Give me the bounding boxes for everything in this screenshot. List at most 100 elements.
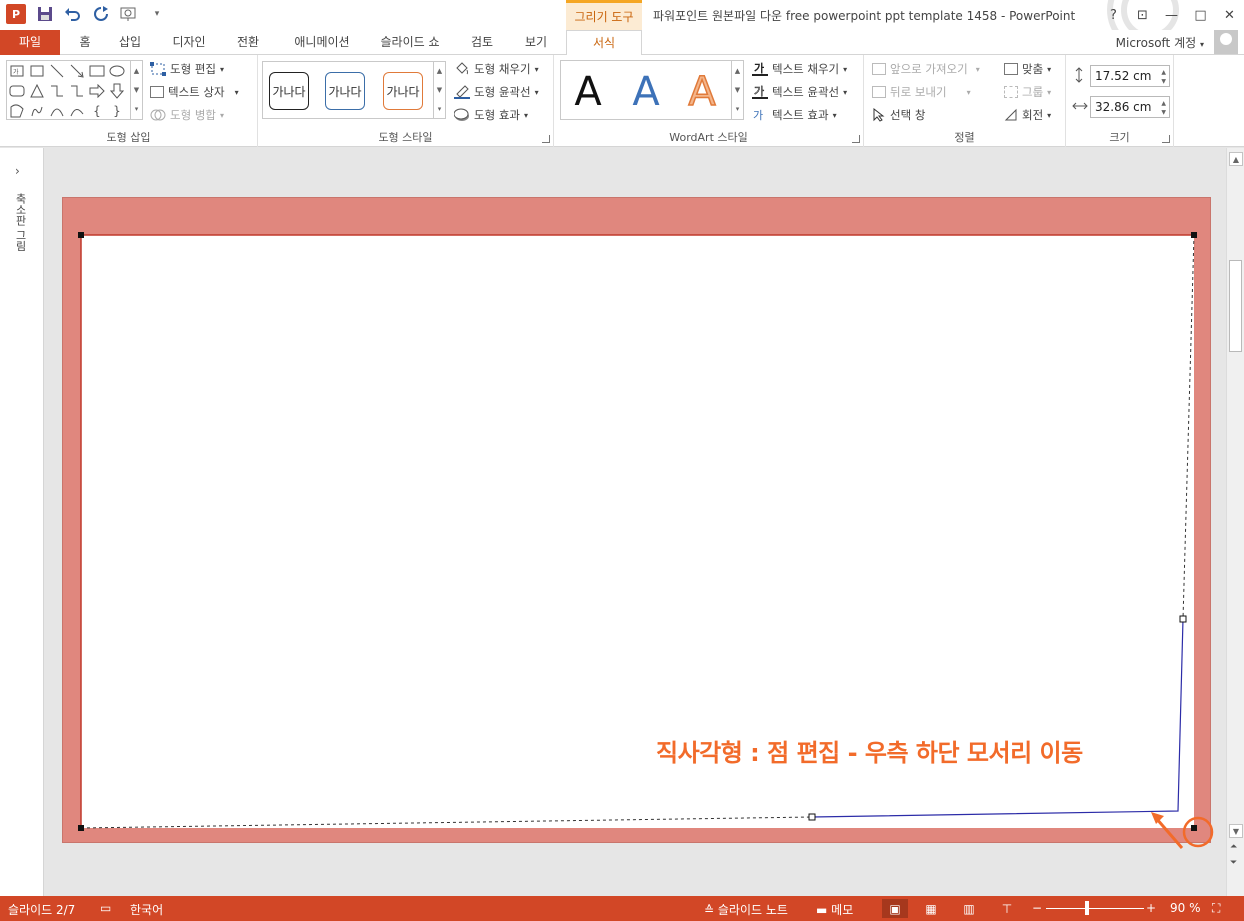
avatar[interactable] xyxy=(1214,30,1238,54)
language-indicator[interactable]: 한국어 xyxy=(130,901,163,918)
right-arrow-shape-icon[interactable] xyxy=(89,83,105,99)
tab-slideshow[interactable]: 슬라이드 쇼 xyxy=(372,30,448,55)
oval-shape-icon[interactable] xyxy=(109,63,125,79)
slide-sorter-view-icon[interactable]: ▦ xyxy=(918,899,944,918)
send-backward-button[interactable]: 뒤로 보내기 ▾ xyxy=(872,84,971,100)
wordart-sample-blue[interactable]: A xyxy=(623,67,669,117)
shape-effects-button[interactable]: 도형 효과 ▾ xyxy=(454,107,528,123)
tab-design[interactable]: 디자인 xyxy=(162,30,216,55)
shape-height-icon xyxy=(1075,67,1083,83)
text-box-shape-icon[interactable]: 가 xyxy=(9,63,25,79)
close-button[interactable]: ✕ xyxy=(1215,0,1244,30)
line-shape-icon[interactable] xyxy=(49,63,65,79)
arrow-line-shape-icon[interactable] xyxy=(69,63,85,79)
previous-slide-icon[interactable]: ⏶ xyxy=(1230,842,1237,852)
wordart-sample-black[interactable]: A xyxy=(565,67,611,117)
account-menu[interactable]: Microsoft 계정 ▾ xyxy=(1116,34,1204,51)
right-brace-shape-icon[interactable]: } xyxy=(109,103,125,119)
size-launcher-icon[interactable] xyxy=(1162,135,1170,143)
minimize-button[interactable]: — xyxy=(1157,0,1186,30)
redo-icon[interactable] xyxy=(92,5,110,23)
reading-view-icon[interactable]: ▥ xyxy=(956,899,982,918)
powerpoint-app-icon[interactable]: P xyxy=(6,4,26,24)
zoom-out-button[interactable]: − xyxy=(1032,901,1042,915)
shape-height-input[interactable]: 17.52 cm xyxy=(1090,65,1170,87)
save-icon[interactable] xyxy=(36,5,54,23)
triangle-shape-icon[interactable] xyxy=(29,83,45,99)
tab-insert[interactable]: 삽입 xyxy=(110,30,150,55)
elbow-arrow-shape-icon[interactable] xyxy=(69,83,85,99)
vertical-scrollbar[interactable]: ▲ ▼ ⏶ ⏷ xyxy=(1226,148,1244,896)
vertical-text-box-shape-icon[interactable] xyxy=(29,63,45,79)
bring-forward-label: 앞으로 가져오기 xyxy=(890,62,968,76)
tab-review[interactable]: 검토 xyxy=(462,30,502,55)
elbow-connector-shape-icon[interactable] xyxy=(49,83,65,99)
edit-shape-button[interactable]: 도형 편집 ▾ xyxy=(150,61,224,77)
bring-forward-button[interactable]: 앞으로 가져오기 ▾ xyxy=(872,61,980,77)
zoom-level[interactable]: 90 % xyxy=(1170,901,1201,915)
comments-button[interactable]: ▬ 메모 xyxy=(816,901,853,918)
shape-style-sample-blue[interactable]: 가나다 xyxy=(325,72,365,110)
help-button[interactable]: ? xyxy=(1099,0,1128,30)
shapes-gallery[interactable]: 가 { } ▲ ▼ ▾ xyxy=(6,60,143,120)
ribbon-display-options-icon[interactable]: ⊡ xyxy=(1128,0,1157,30)
scroll-down-icon[interactable]: ▼ xyxy=(1229,824,1243,838)
shape-style-sample-black[interactable]: 가나다 xyxy=(269,72,309,110)
shapes-gallery-scroll[interactable]: ▲ ▼ ▾ xyxy=(130,61,142,119)
merge-shapes-button[interactable]: 도형 병합 ▾ xyxy=(150,107,224,123)
rotate-button[interactable]: 회전 ▾ xyxy=(1004,107,1051,123)
customize-qat-icon[interactable]: ▾ xyxy=(148,5,166,23)
next-slide-icon[interactable]: ⏷ xyxy=(1230,858,1237,868)
fit-slide-icon[interactable]: ⛶ xyxy=(1212,901,1220,916)
shape-outline-button[interactable]: 도형 윤곽선 ▾ xyxy=(454,84,539,100)
wordart-gallery-scroll[interactable]: ▲ ▼ ▾ xyxy=(731,61,743,119)
zoom-in-button[interactable]: + xyxy=(1146,901,1156,915)
align-icon xyxy=(1004,63,1018,75)
shape-fill-button[interactable]: 도형 채우기 ▾ xyxy=(454,61,539,77)
wordart-sample-orange[interactable]: A xyxy=(679,67,725,117)
wordart-gallery[interactable]: A A A ▲ ▼ ▾ xyxy=(560,60,744,120)
chevron-down-icon: ▾ xyxy=(219,110,224,120)
spellcheck-icon[interactable]: ▭ xyxy=(100,901,111,915)
down-arrow-shape-icon[interactable] xyxy=(109,83,125,99)
tab-transitions[interactable]: 전환 xyxy=(228,30,268,55)
notes-button[interactable]: ≙ 슬라이드 노트 xyxy=(704,901,788,918)
rectangle-shape-icon[interactable] xyxy=(89,63,105,79)
align-button[interactable]: 맞춤 ▾ xyxy=(1004,61,1051,77)
text-outline-button[interactable]: 가 텍스트 윤곽선 ▾ xyxy=(752,84,847,100)
scribble-shape-icon[interactable] xyxy=(29,103,45,119)
shape-width-input[interactable]: 32.86 cm xyxy=(1090,96,1170,118)
shape-styles-launcher-icon[interactable] xyxy=(542,135,550,143)
arc-shape-icon[interactable] xyxy=(49,103,65,119)
tab-format[interactable]: 서식 xyxy=(566,30,642,56)
text-box-button[interactable]: 텍스트 상자 ▾ xyxy=(150,84,239,100)
selection-pane-button[interactable]: 선택 창 xyxy=(872,107,925,123)
shape-style-sample-orange[interactable]: 가나다 xyxy=(383,72,423,110)
curve-shape-icon[interactable] xyxy=(69,103,85,119)
shape-styles-gallery-scroll[interactable]: ▲ ▼ ▾ xyxy=(433,62,445,118)
wordart-styles-launcher-icon[interactable] xyxy=(852,135,860,143)
zoom-slider-track[interactable] xyxy=(1046,908,1144,909)
freeform-shape-icon[interactable] xyxy=(9,103,25,119)
zoom-slider-knob[interactable] xyxy=(1085,901,1089,915)
tab-view[interactable]: 보기 xyxy=(516,30,556,55)
undo-icon[interactable] xyxy=(64,5,82,23)
shape-styles-gallery[interactable]: 가나다 가나다 가나다 ▲ ▼ ▾ xyxy=(262,61,446,119)
left-brace-shape-icon[interactable]: { xyxy=(89,103,105,119)
tab-animations[interactable]: 애니메이션 xyxy=(280,30,364,55)
tab-home[interactable]: 홈 xyxy=(70,30,100,55)
scroll-up-icon[interactable]: ▲ xyxy=(1229,152,1243,166)
selection-pane-icon xyxy=(873,108,885,122)
text-fill-button[interactable]: 가 텍스트 채우기 ▾ xyxy=(752,61,847,77)
group-button[interactable]: 그룹 ▾ xyxy=(1004,84,1051,100)
chevron-right-icon[interactable]: › xyxy=(15,164,20,178)
tab-file[interactable]: 파일 xyxy=(0,30,60,55)
start-slideshow-icon[interactable] xyxy=(120,5,138,23)
rounded-rectangle-shape-icon[interactable] xyxy=(9,83,25,99)
scrollbar-thumb[interactable] xyxy=(1229,260,1242,352)
slideshow-view-icon[interactable]: ⊤ xyxy=(994,899,1020,918)
text-effects-button[interactable]: 가 텍스트 효과 ▾ xyxy=(752,107,837,123)
text-fill-label: 텍스트 채우기 xyxy=(772,62,840,76)
restore-button[interactable]: □ xyxy=(1186,0,1215,30)
normal-view-icon[interactable]: ▣ xyxy=(882,899,908,918)
